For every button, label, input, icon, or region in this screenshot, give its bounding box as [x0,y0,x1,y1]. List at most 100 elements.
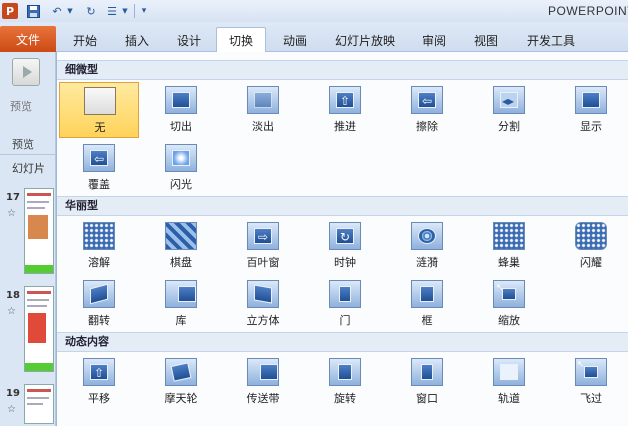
slides-tab[interactable]: 幻灯片 [12,160,45,176]
transition-box[interactable]: 框 [387,276,467,332]
transition-zoom-icon: ↖ [493,280,525,308]
transition-label: 轨道 [498,392,520,405]
toolbar-divider [134,4,135,18]
slide-transition-star: ☆ [7,208,16,219]
section-header: 华丽型 [57,196,628,216]
title-bar: P ↶ ▼ ↻ ☰ ▼ ▾ POWERPOINT [0,0,628,22]
section-header: 细微型 [57,60,628,80]
transition-ferris-wheel[interactable]: 摩天轮 [141,354,221,410]
transition-rotate-icon [329,358,361,386]
transition-glitter[interactable]: 闪耀 [551,218,628,274]
transition-ferris-wheel-icon [165,358,197,386]
transition-glitter-icon [575,222,607,250]
transition-checkerboard-icon [165,222,197,250]
transition-label: 缩放 [498,314,520,327]
transition-label: 溶解 [88,256,110,269]
transition-gallery-effect[interactable]: 库 [141,276,221,332]
transition-label: 蜂巢 [498,256,520,269]
redo-icon[interactable]: ↻ [84,3,98,19]
transition-label: 旋转 [334,392,356,405]
transition-reveal[interactable]: 显示 [551,82,628,138]
transition-rotate[interactable]: 旋转 [305,354,385,410]
slide-number: 19 [6,388,20,399]
list-dropdown-icon[interactable]: ▼ [121,3,129,19]
transition-cut-icon [165,86,197,114]
transition-label: 立方体 [246,314,280,327]
ribbon-group-label: 预览 [12,138,34,151]
transition-cube[interactable]: 立方体 [223,276,303,332]
transition-box-icon [411,280,443,308]
undo-dropdown-icon[interactable]: ▼ [66,3,74,19]
transition-window[interactable]: 窗口 [387,354,467,410]
slide-thumbnail[interactable] [24,384,54,424]
transition-zoom[interactable]: ↖ 缩放 [469,276,549,332]
transition-fly-through-icon: ↖ [575,358,607,386]
slide-thumbnail[interactable] [24,188,54,274]
tab-insert[interactable]: 插入 [116,28,158,52]
transition-orbit[interactable]: 轨道 [469,354,549,410]
tab-review[interactable]: 审阅 [414,28,454,52]
slide-number: 17 [6,192,20,203]
transition-wipe[interactable]: ⇦ 擦除 [387,82,467,138]
transition-flip[interactable]: 翻转 [59,276,139,332]
transition-clock[interactable]: ↻ 时钟 [305,218,385,274]
customize-quick-access-icon[interactable]: ▾ [139,3,149,19]
transition-flash-icon [165,144,197,172]
save-icon[interactable] [26,3,40,19]
transition-push-icon: ⇧ [329,86,361,114]
transition-none-icon [84,87,116,115]
transition-label: 飞过 [580,392,602,405]
transition-pan[interactable]: ⇧ 平移 [59,354,139,410]
slide-number: 18 [6,290,20,301]
transition-cube-icon [247,280,279,308]
tab-file[interactable]: 文件 [0,26,56,52]
transition-ripple[interactable]: 涟漪 [387,218,467,274]
slide-transition-star: ☆ [7,404,16,415]
transition-checkerboard[interactable]: 棋盘 [141,218,221,274]
tab-design[interactable]: 设计 [168,28,210,52]
tab-slideshow[interactable]: 幻灯片放映 [330,28,400,52]
undo-icon[interactable]: ↶ [50,3,64,19]
transition-none[interactable]: 无 [59,82,139,138]
transition-label: 切出 [170,120,192,133]
transition-flash[interactable]: 闪光 [141,140,221,196]
preview-icon [12,58,40,86]
transition-conveyor[interactable]: 传送带 [223,354,303,410]
transition-dissolve-icon [83,222,115,250]
powerpoint-icon[interactable]: P [2,3,18,19]
transition-label: 分割 [498,120,520,133]
tab-animations[interactable]: 动画 [274,28,316,52]
transition-split[interactable]: ◂▸ 分割 [469,82,549,138]
transition-doors-icon [329,280,361,308]
transition-push[interactable]: ⇧ 推进 [305,82,385,138]
transition-dissolve[interactable]: 溶解 [59,218,139,274]
transition-honeycomb-icon [493,222,525,250]
transition-label: 摩天轮 [164,392,198,405]
transition-label: 闪光 [170,178,192,191]
transition-orbit-icon [493,358,525,386]
panel-divider [0,154,56,155]
tab-developer[interactable]: 开发工具 [518,28,584,52]
transition-conveyor-icon [247,358,279,386]
transition-label: 推进 [334,120,356,133]
transition-ripple-icon [411,222,443,250]
tab-view[interactable]: 视图 [466,28,506,52]
slide-thumbnail[interactable] [24,286,54,372]
transition-honeycomb[interactable]: 蜂巢 [469,218,549,274]
bullet-list-icon[interactable]: ☰ [104,3,120,19]
tab-home[interactable]: 开始 [64,28,106,52]
tab-transitions[interactable]: 切换 [216,27,266,52]
slide-transition-star: ☆ [7,306,16,317]
transition-flip-icon [83,280,115,308]
transition-blinds[interactable]: ⇨ 百叶窗 [223,218,303,274]
transition-label: 淡出 [252,120,274,133]
left-panel: 预览 预览 幻灯片 17 ☆ 18 ☆ 19 ☆ [0,52,56,426]
transition-fade[interactable]: 淡出 [223,82,303,138]
transition-doors[interactable]: 门 [305,276,385,332]
transition-fly-through[interactable]: ↖ 飞过 [551,354,628,410]
transition-cover[interactable]: ⇦ 覆盖 [59,140,139,196]
transition-blinds-icon: ⇨ [247,222,279,250]
transition-fade-icon [247,86,279,114]
preview-button[interactable]: 预览 [6,58,50,128]
transition-cut[interactable]: 切出 [141,82,221,138]
